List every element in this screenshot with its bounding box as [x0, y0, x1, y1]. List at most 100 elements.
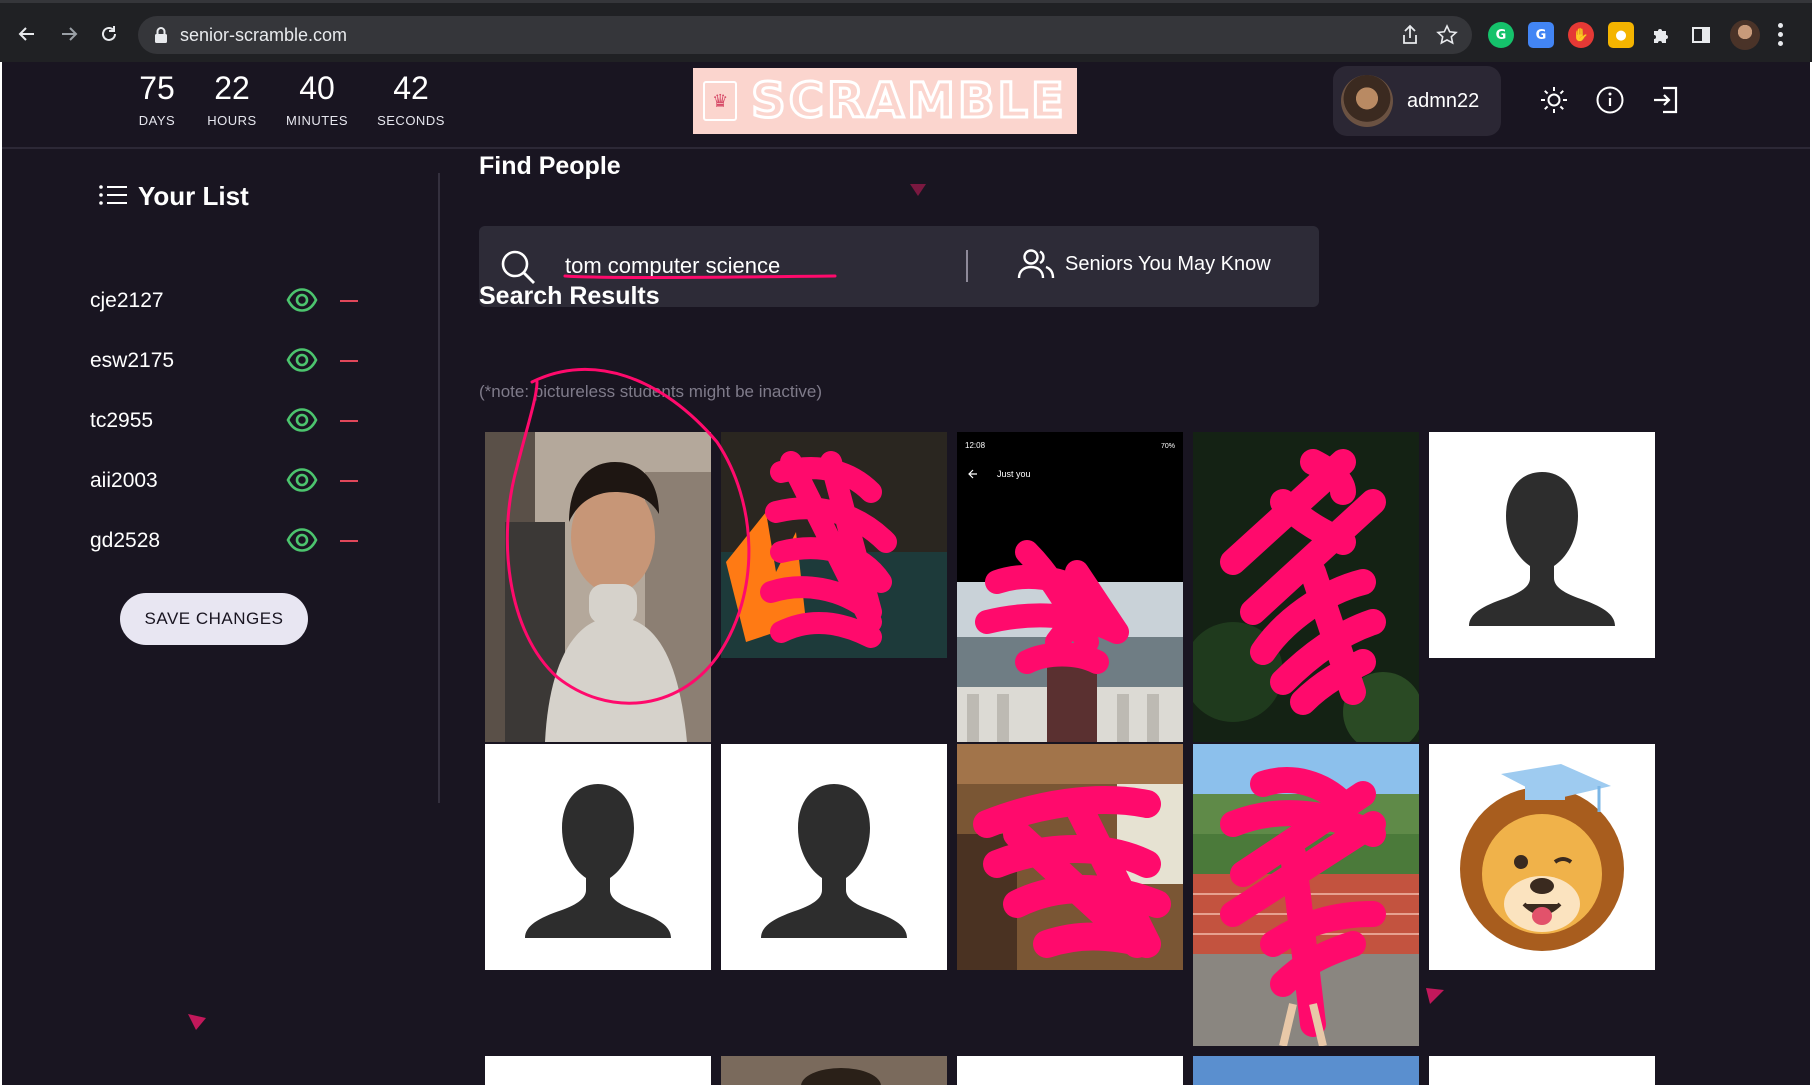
result-card[interactable] [1429, 432, 1655, 658]
user-name: admn22 [1407, 89, 1480, 112]
eye-icon[interactable] [286, 467, 318, 497]
list-item: cje2127 [90, 281, 370, 321]
result-card[interactable] [721, 1056, 947, 1085]
countdown-minutes: 40 MINUTES [282, 70, 352, 128]
result-card[interactable] [485, 1056, 711, 1085]
url-text: senior-scramble.com [180, 25, 348, 45]
countdown-minutes-value: 40 [299, 70, 335, 106]
phone-time: 12:08 [965, 441, 986, 450]
remove-icon[interactable] [340, 300, 358, 302]
search-input[interactable] [565, 246, 865, 286]
result-card[interactable]: 12:08 70% Just you [957, 432, 1183, 742]
theme-sun-icon[interactable] [1536, 82, 1572, 118]
countdown-minutes-label: MINUTES [286, 113, 348, 128]
countdown-seconds: 42 SECONDS [376, 70, 446, 128]
bookmark-star-icon[interactable] [1436, 24, 1458, 50]
result-card[interactable] [485, 744, 711, 970]
profile-photo [485, 432, 711, 742]
find-people-title: Find People [479, 152, 621, 180]
eye-icon[interactable] [286, 287, 318, 317]
list-item: esw2175 [90, 341, 370, 381]
search-results-title: Search Results [479, 282, 660, 310]
profile-photo [1193, 744, 1419, 1046]
sidebar-divider [438, 173, 440, 803]
countdown-seconds-value: 42 [393, 70, 429, 106]
placeholder-avatar-icon [525, 784, 671, 938]
profile-avatar-icon[interactable] [1730, 20, 1760, 50]
phone-chat-title: Just you [997, 469, 1031, 479]
forward-icon[interactable] [52, 17, 86, 51]
people-icon [1017, 248, 1055, 280]
countdown-hours-label: HOURS [207, 113, 257, 128]
side-panel-icon[interactable] [1688, 22, 1714, 48]
browser-toolbar: senior-scramble.com G G ✋ ● [0, 0, 1812, 62]
profile-photo: 12:08 70% Just you [957, 432, 1183, 742]
placeholder-avatar-icon [1469, 472, 1615, 626]
scramble-logo[interactable]: ♛ SCRAMBLE [693, 68, 1077, 134]
remove-icon[interactable] [340, 540, 358, 542]
crown-icon: ♛ [703, 81, 738, 121]
result-card[interactable] [1193, 1056, 1419, 1085]
countdown-hours: 22 HOURS [204, 70, 260, 128]
search-separator [966, 250, 968, 282]
countdown-days: 75 DAYS [130, 70, 184, 128]
result-card[interactable] [721, 744, 947, 970]
lock-icon [154, 26, 168, 48]
phone-battery: 70% [1161, 443, 1175, 450]
result-card[interactable] [1429, 1056, 1655, 1085]
countdown-days-label: DAYS [138, 113, 176, 128]
your-list-sidebar: Your List cje2127 esw2175 tc2955 aii2003… [2, 151, 440, 1085]
list-item: aii2003 [90, 461, 370, 501]
result-card[interactable] [1429, 744, 1655, 970]
app-root: 75 DAYS 22 HOURS 40 MINUTES 42 SECONDS ♛… [2, 62, 1810, 1085]
reload-icon[interactable] [92, 17, 126, 51]
list-item-name: tc2955 [90, 409, 154, 432]
profile-photo [721, 1056, 947, 1085]
result-card[interactable] [1193, 432, 1419, 742]
logo-text: SCRAMBLE [750, 72, 1067, 131]
list-icon [98, 184, 128, 210]
list-item-name: cje2127 [90, 289, 164, 312]
remove-icon[interactable] [340, 480, 358, 482]
result-card[interactable] [485, 432, 711, 742]
countdown-days-value: 75 [139, 70, 175, 106]
lion-mascot-icon [1460, 764, 1624, 951]
remove-icon[interactable] [340, 420, 358, 422]
keep-extension-icon[interactable]: ● [1608, 22, 1634, 48]
countdown-hours-value: 22 [214, 70, 250, 106]
info-icon[interactable] [1592, 82, 1628, 118]
eye-icon[interactable] [286, 407, 318, 437]
your-list-title: Your List [138, 181, 249, 211]
back-icon[interactable] [10, 17, 44, 51]
seniors-you-may-know-button[interactable]: Seniors You May Know [1017, 248, 1271, 280]
list-item-name: gd2528 [90, 529, 161, 552]
logout-icon[interactable] [1648, 82, 1684, 118]
list-item: tc2955 [90, 401, 370, 441]
list-item-name: esw2175 [90, 349, 175, 372]
profile-photo [957, 744, 1183, 970]
translate-extension-icon[interactable]: G [1528, 22, 1554, 48]
user-profile-button[interactable]: admn22 [1333, 66, 1501, 136]
eye-icon[interactable] [286, 347, 318, 377]
results-note: (*note: pictureless students might be in… [479, 382, 823, 401]
adblock-extension-icon[interactable]: ✋ [1568, 22, 1594, 48]
remove-icon[interactable] [340, 360, 358, 362]
address-bar[interactable]: senior-scramble.com [138, 16, 1472, 54]
grammarly-extension-icon[interactable]: G [1488, 22, 1514, 48]
result-card[interactable] [957, 1056, 1183, 1085]
save-changes-button[interactable]: SAVE CHANGES [120, 593, 308, 645]
seniors-you-may-know-label: Seniors You May Know [1065, 252, 1271, 275]
browser-menu-icon[interactable] [1778, 23, 1784, 47]
top-bar: 75 DAYS 22 HOURS 40 MINUTES 42 SECONDS ♛… [2, 62, 1810, 149]
user-avatar [1341, 75, 1393, 127]
list-item-name: aii2003 [90, 469, 158, 492]
result-card[interactable] [721, 432, 947, 658]
eye-icon[interactable] [286, 527, 318, 557]
your-list-header: Your List [98, 181, 249, 212]
result-card[interactable] [957, 744, 1183, 970]
extensions-puzzle-icon[interactable] [1648, 22, 1674, 48]
list-item: gd2528 [90, 521, 370, 561]
result-card[interactable] [1193, 744, 1419, 1046]
share-icon[interactable] [1400, 24, 1420, 50]
profile-photo [1193, 432, 1419, 742]
